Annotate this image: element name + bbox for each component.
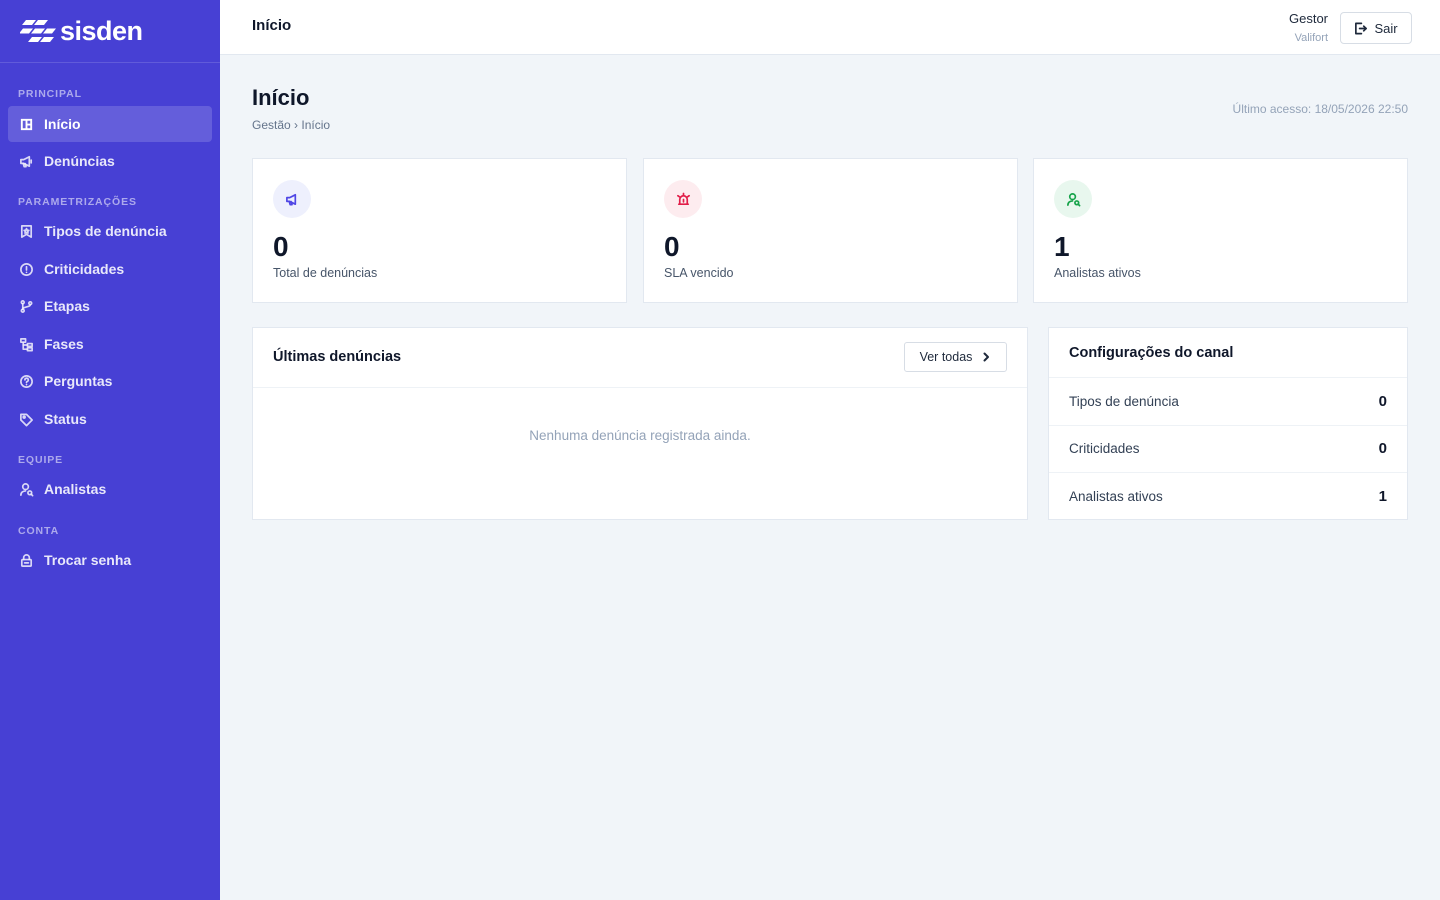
- channel-config-panel: Configurações do canal Tipos de denúncia…: [1048, 327, 1408, 520]
- megaphone-icon: [18, 153, 34, 169]
- config-row: Tipos de denúncia 0: [1049, 378, 1407, 426]
- nav-section-equipe: EQUIPE: [18, 454, 64, 466]
- config-row: Analistas ativos 1: [1049, 473, 1407, 521]
- stat-label: SLA vencido: [664, 266, 734, 280]
- sidebar-item-label: Fases: [44, 336, 84, 352]
- sidebar-item-label: Status: [44, 411, 87, 427]
- stat-value: 1: [1054, 231, 1070, 262]
- breadcrumb: Gestão › Início: [252, 118, 331, 132]
- empty-state-text: Nenhuma denúncia registrada ainda.: [529, 428, 751, 443]
- logout-button[interactable]: Sair: [1340, 12, 1412, 44]
- sidebar-item-label: Tipos de denúncia: [44, 223, 167, 239]
- stat-label: Total de denúncias: [273, 266, 378, 280]
- logout-icon: [1355, 22, 1368, 34]
- siren-icon: [664, 180, 702, 218]
- topbar: Início Gestor Valifort Sair: [220, 0, 1440, 55]
- user-name: Gestor: [1288, 11, 1328, 26]
- sidebar-item-label: Etapas: [44, 298, 90, 314]
- brand[interactable]: sisden: [0, 0, 220, 63]
- user-search-icon: [18, 481, 34, 497]
- sidebar-item-label: Trocar senha: [44, 552, 132, 568]
- sidebar-item-analistas[interactable]: Analistas: [8, 471, 212, 507]
- user-organization: Valifort: [1294, 32, 1328, 44]
- see-all-button[interactable]: Ver todas: [904, 342, 1007, 372]
- config-value: 0: [1378, 392, 1387, 410]
- git-branch-icon: [18, 298, 34, 314]
- config-label: Criticidades: [1069, 441, 1140, 457]
- sidebar-item-label: Denúncias: [44, 153, 115, 169]
- config-value: 0: [1378, 440, 1387, 458]
- config-label: Analistas ativos: [1069, 489, 1163, 505]
- hierarchy-icon: [18, 336, 34, 352]
- page-title: Início: [252, 85, 310, 110]
- stat-card-analysts: 1 Analistas ativos: [1033, 158, 1408, 303]
- sidebar: sisden PRINCIPAL Início Denúncias PARAME…: [0, 0, 220, 900]
- latest-reports-title: Últimas denúncias: [273, 349, 402, 365]
- stat-label: Analistas ativos: [1054, 266, 1141, 280]
- tag-icon: [18, 411, 34, 427]
- stat-value: 0: [664, 231, 680, 262]
- sidebar-item-label: Analistas: [44, 481, 107, 497]
- sidebar-item-status[interactable]: Status: [8, 401, 212, 437]
- nav-section-principal: PRINCIPAL: [18, 88, 82, 100]
- config-label: Tipos de denúncia: [1069, 393, 1179, 409]
- user-search-icon: [1054, 180, 1092, 218]
- sidebar-item-trocar-senha[interactable]: Trocar senha: [8, 542, 212, 578]
- nav-section-parametrizacoes: PARAMETRIZAÇÕES: [18, 196, 137, 208]
- alert-circle-icon: [18, 261, 34, 277]
- sidebar-item-inicio[interactable]: Início: [8, 106, 212, 142]
- dashboard-icon: [18, 116, 34, 132]
- sidebar-item-label: Perguntas: [44, 373, 113, 389]
- latest-reports-panel: Últimas denúncias Ver todas Nenhuma denú…: [252, 327, 1028, 520]
- brand-name: sisden: [60, 15, 143, 46]
- config-value: 1: [1378, 488, 1387, 506]
- sidebar-item-denuncias[interactable]: Denúncias: [8, 143, 212, 179]
- help-circle-icon: [18, 373, 34, 389]
- nav-section-conta: CONTA: [18, 525, 60, 537]
- user-info: Gestor Valifort: [1289, 10, 1328, 47]
- sidebar-item-fases[interactable]: Fases: [8, 326, 212, 362]
- bookmark-icon: [18, 223, 34, 239]
- lock-icon: [18, 552, 34, 568]
- sidebar-item-criticidades[interactable]: Criticidades: [8, 251, 212, 287]
- sidebar-item-label: Criticidades: [44, 261, 125, 277]
- logout-label: Sair: [1374, 20, 1398, 36]
- topbar-title: Início: [252, 17, 292, 34]
- chevron-right-icon: [983, 352, 990, 362]
- latest-reports-header: Últimas denúncias Ver todas: [253, 328, 1027, 388]
- sidebar-item-label: Início: [44, 116, 81, 132]
- sidebar-item-tipos-de-denuncia[interactable]: Tipos de denúncia: [8, 213, 212, 249]
- stat-value: 0: [273, 231, 289, 262]
- sidebar-item-perguntas[interactable]: Perguntas: [8, 363, 212, 399]
- megaphone-icon: [273, 180, 311, 218]
- stat-card-total: 0 Total de denúncias: [252, 158, 627, 303]
- sidebar-item-etapas[interactable]: Etapas: [8, 288, 212, 324]
- last-access: Último acesso: 18/05/2026 22:50: [1232, 102, 1408, 116]
- config-row: Criticidades 0: [1049, 426, 1407, 473]
- channel-config-title: Configurações do canal: [1049, 328, 1407, 378]
- stat-card-sla: 0 SLA vencido: [643, 158, 1018, 303]
- see-all-label: Ver todas: [919, 350, 973, 364]
- brand-logo-icon: [20, 20, 56, 42]
